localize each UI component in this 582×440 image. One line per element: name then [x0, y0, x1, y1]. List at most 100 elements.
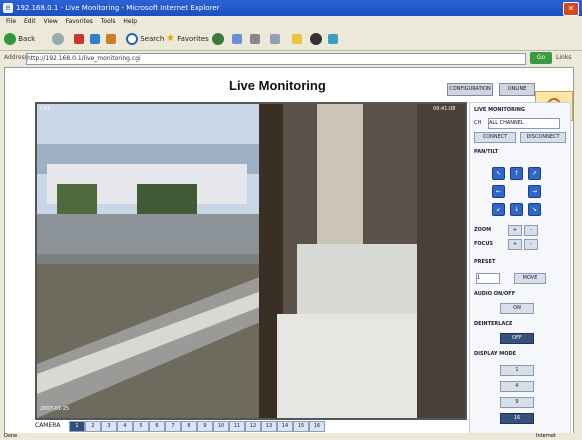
back-arrow-icon: [4, 33, 16, 45]
camera-button-3[interactable]: 3: [101, 421, 117, 432]
camera-button-10[interactable]: 10: [213, 421, 229, 432]
pan-up-button[interactable]: ↑: [510, 167, 523, 180]
pan-down-button[interactable]: ↓: [510, 203, 523, 216]
camera-feed-image: [37, 104, 465, 418]
zoom-in-button[interactable]: +: [508, 225, 522, 236]
camera-button-11[interactable]: 11: [229, 421, 245, 432]
menu-view[interactable]: View: [44, 18, 58, 25]
camera-button-8[interactable]: 8: [181, 421, 197, 432]
home-button[interactable]: [106, 32, 116, 46]
display-mode-9-button[interactable]: 9: [500, 397, 534, 408]
osd-time: 09:41:08: [433, 106, 456, 112]
zoom-label: ZOOM: [474, 227, 492, 233]
focus-label: FOCUS: [474, 241, 493, 247]
research-button[interactable]: [328, 32, 338, 46]
display-mode-title: DISPLAY MODE: [474, 351, 517, 357]
camera-button-2[interactable]: 2: [85, 421, 101, 432]
back-button[interactable]: Back: [4, 32, 35, 46]
search-button[interactable]: Search: [126, 32, 164, 46]
disconnect-button[interactable]: DISCONNECT: [520, 132, 566, 143]
search-label: Search: [140, 35, 165, 43]
print-icon: [250, 34, 260, 44]
print-button[interactable]: [250, 32, 260, 46]
mail-button[interactable]: [232, 32, 242, 46]
video-view[interactable]: CH1 09:41:08 2007-01-25: [35, 102, 467, 420]
folder-icon: [292, 34, 302, 44]
camera-button-1[interactable]: 1: [69, 421, 85, 432]
discuss-button[interactable]: [292, 32, 302, 46]
camera-button-7[interactable]: 7: [165, 421, 181, 432]
camera-button-16[interactable]: 16: [309, 421, 325, 432]
pan-up-left-button[interactable]: ↖: [492, 167, 505, 180]
menu-favorites[interactable]: Favorites: [66, 18, 93, 25]
go-button[interactable]: Go: [530, 52, 552, 64]
history-button[interactable]: [212, 32, 224, 46]
channel-label: CH: [474, 120, 482, 126]
star-icon: ★: [166, 33, 175, 44]
deinterlace-title: DEINTERLACE: [474, 321, 513, 327]
focus-near-button[interactable]: +: [508, 239, 522, 250]
pan-left-button[interactable]: ←: [492, 185, 505, 198]
camera-button-6[interactable]: 6: [149, 421, 165, 432]
address-input[interactable]: http://192.168.0.1/live_monitoring.cgi: [26, 53, 526, 65]
live-monitoring-title: LIVE MONITORING: [474, 107, 526, 113]
pan-down-right-button[interactable]: ↘: [528, 203, 541, 216]
research-icon: [328, 34, 338, 44]
camera-button-4[interactable]: 4: [117, 421, 133, 432]
menu-edit[interactable]: Edit: [24, 18, 36, 25]
display-mode-1-button[interactable]: 1: [500, 365, 534, 376]
osd-date: 2007-01-25: [40, 406, 70, 412]
display-mode-16-button[interactable]: 16: [500, 413, 534, 424]
connect-button[interactable]: CONNECT: [474, 132, 516, 143]
edit-button[interactable]: [270, 32, 280, 46]
mail-icon: [232, 34, 242, 44]
pan-down-left-button[interactable]: ↙: [492, 203, 505, 216]
refresh-icon: [90, 34, 100, 44]
zoom-out-button[interactable]: -: [524, 225, 538, 236]
pan-right-button[interactable]: →: [528, 185, 541, 198]
camera-button-5[interactable]: 5: [133, 421, 149, 432]
stop-icon: [74, 34, 84, 44]
deinterlace-toggle-button[interactable]: OFF: [500, 333, 534, 344]
search-icon: [126, 33, 138, 45]
favorites-label: Favorites: [177, 35, 209, 43]
preset-title: PRESET: [474, 259, 496, 265]
menu-tools[interactable]: Tools: [101, 18, 116, 25]
browser-window: e 192.168.0.1 - Live Monitoring - Micros…: [0, 0, 582, 440]
camera-button-15[interactable]: 15: [293, 421, 309, 432]
back-label: Back: [18, 35, 36, 43]
audio-title: AUDIO ON/OFF: [474, 291, 516, 297]
page-title: Live Monitoring: [229, 78, 326, 93]
messenger-button[interactable]: [310, 32, 322, 46]
refresh-button[interactable]: [90, 32, 100, 46]
favorites-button[interactable]: ★ Favorites: [166, 32, 209, 46]
camera-button-9[interactable]: 9: [197, 421, 213, 432]
focus-far-button[interactable]: -: [524, 239, 538, 250]
display-mode-4-button[interactable]: 4: [500, 381, 534, 392]
camera-select-bar: CAMERA 1 2 3 4 5 6 7 8 9 10 11 12 13 14 …: [35, 420, 465, 432]
links-button[interactable]: Links: [556, 51, 571, 65]
address-bar: Address http://192.168.0.1/live_monitori…: [0, 51, 582, 65]
forward-arrow-icon: [52, 33, 64, 45]
online-button[interactable]: ONLINE: [499, 83, 535, 96]
control-panel: LIVE MONITORING CH ALL CHANNEL CONNECT D…: [469, 102, 571, 434]
camera-button-13[interactable]: 13: [261, 421, 277, 432]
pan-up-right-button[interactable]: ↗: [528, 167, 541, 180]
camera-button-12[interactable]: 12: [245, 421, 261, 432]
configuration-button[interactable]: CONFIGURATION: [447, 83, 493, 96]
forward-button[interactable]: [52, 32, 64, 46]
stop-button[interactable]: [74, 32, 84, 46]
menu-file[interactable]: File: [6, 18, 16, 25]
preset-move-button[interactable]: MOVE: [514, 273, 546, 284]
menu-help[interactable]: Help: [123, 18, 137, 25]
close-button[interactable]: ✕: [563, 2, 579, 16]
page-content: Live Monitoring CONFIGURATION ONLINE CH1…: [4, 67, 574, 435]
camera-button-14[interactable]: 14: [277, 421, 293, 432]
home-icon: [106, 34, 116, 44]
preset-select[interactable]: 1: [476, 273, 500, 284]
osd-channel: CH1: [40, 106, 51, 112]
edit-icon: [270, 34, 280, 44]
channel-select[interactable]: ALL CHANNEL: [488, 118, 560, 129]
address-label: Address: [4, 54, 28, 61]
audio-toggle-button[interactable]: ON: [500, 303, 534, 314]
